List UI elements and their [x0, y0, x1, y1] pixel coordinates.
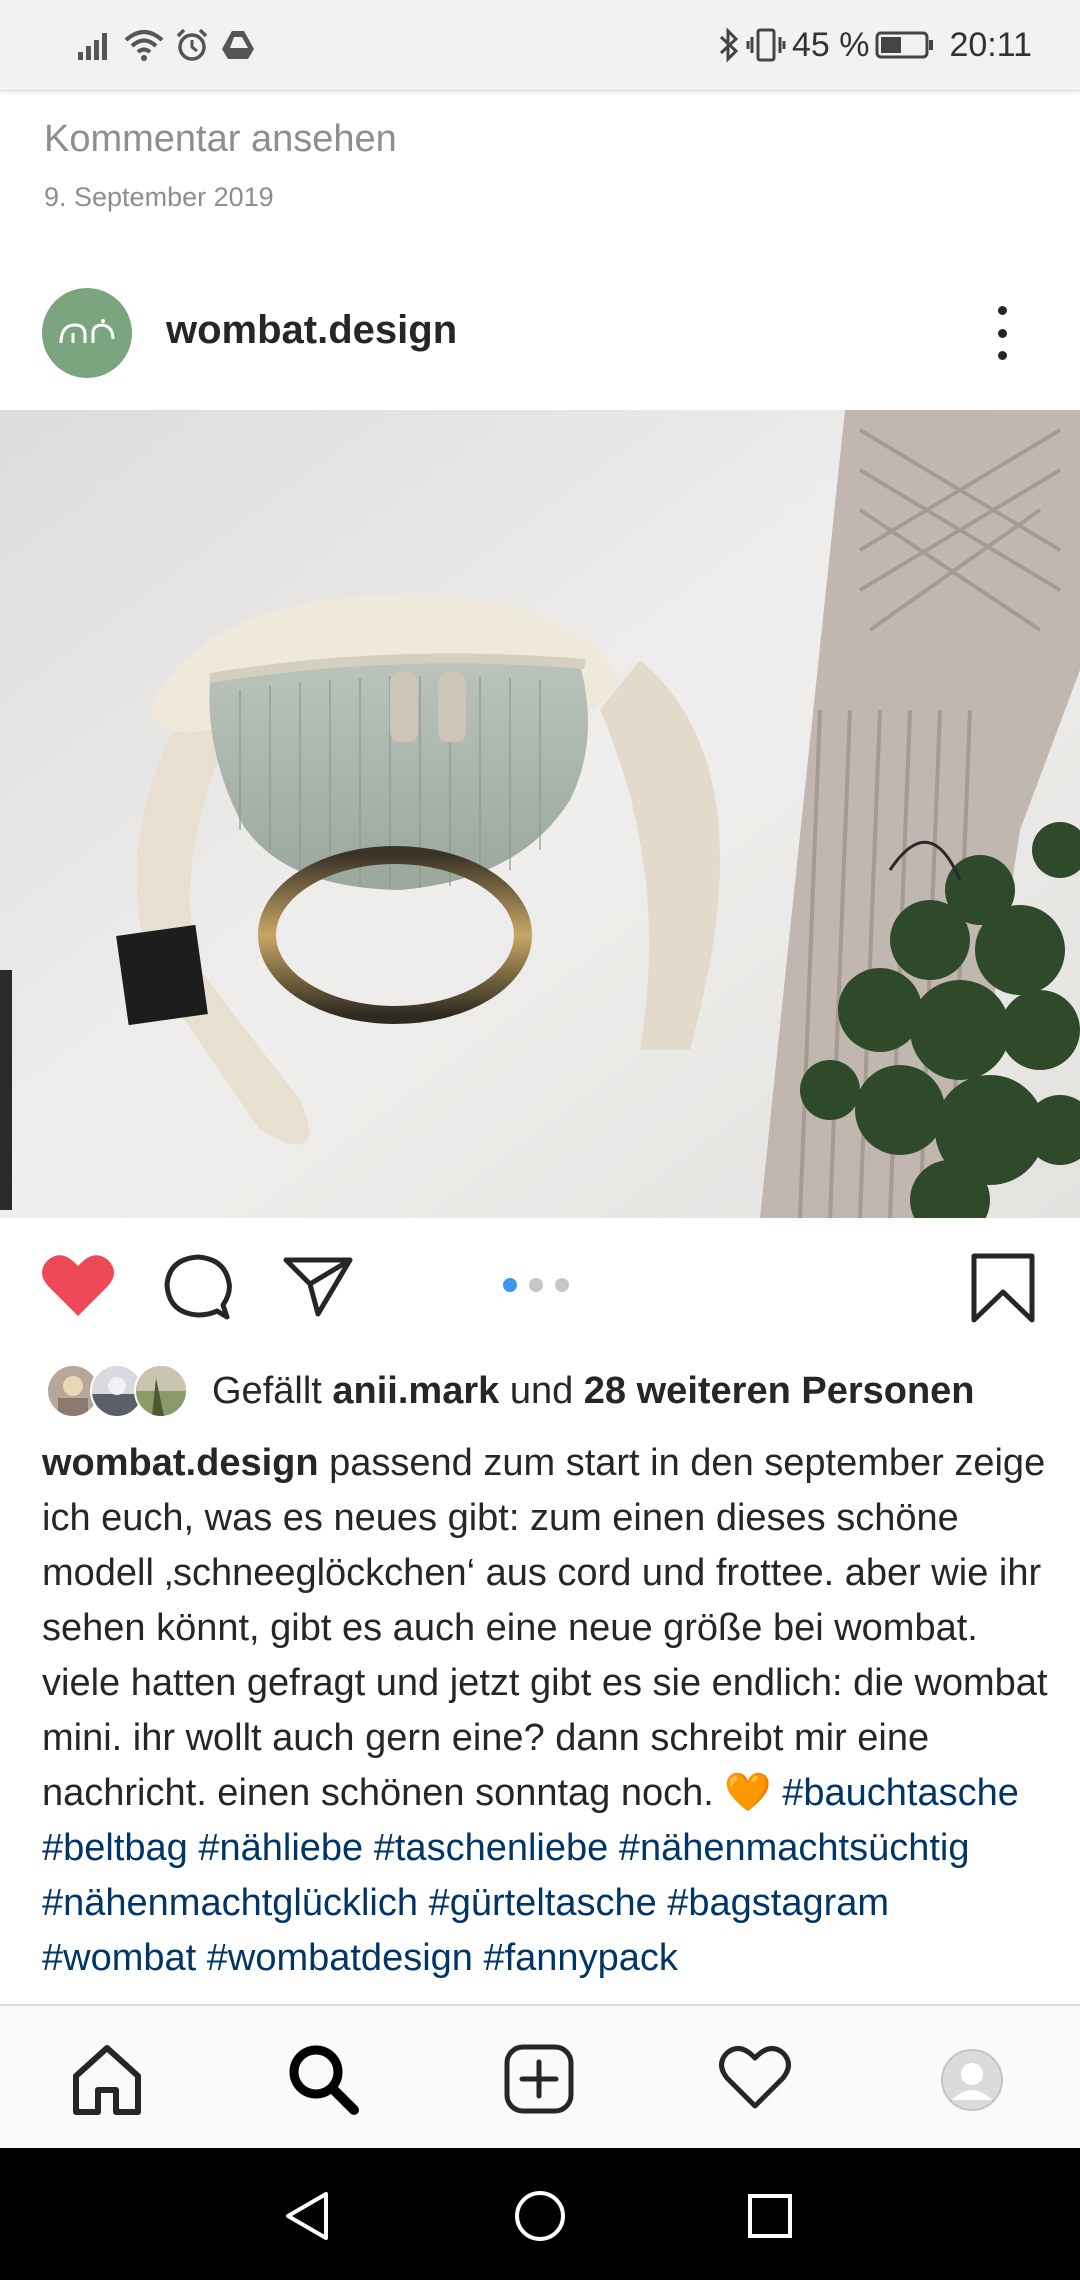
likes-middle: und [499, 1370, 584, 1412]
wombat-logo-icon [59, 319, 115, 344]
back-icon[interactable] [282, 2190, 332, 2242]
drive-icon [222, 31, 254, 59]
status-icons-left [76, 24, 256, 66]
carousel-indicator [503, 1278, 569, 1292]
profile-icon[interactable] [940, 2048, 1004, 2112]
battery-icon [875, 31, 934, 59]
avatar[interactable] [42, 288, 132, 378]
likes-summary[interactable]: Gefällt anii.mark und 28 weiteren Person… [212, 1370, 975, 1413]
post-caption: wombat.design passend zum start in den s… [42, 1436, 1052, 2002]
comment-icon[interactable] [163, 1253, 233, 1321]
home-button-icon[interactable] [514, 2190, 566, 2242]
bluetooth-icon [719, 27, 739, 63]
liker-avatar [134, 1364, 188, 1418]
bookmark-icon[interactable] [970, 1252, 1036, 1324]
bottom-navigation [0, 2004, 1080, 2150]
recents-icon[interactable] [746, 2192, 794, 2240]
like-heart-icon[interactable] [40, 1250, 116, 1318]
likes-others[interactable]: 28 weiteren Personen [584, 1370, 975, 1412]
vibrate-icon [746, 28, 786, 62]
system-navigation-bar [0, 2148, 1080, 2280]
post-username[interactable]: wombat.design [166, 308, 457, 353]
carousel-dot [529, 1278, 543, 1292]
likes-user[interactable]: anii.mark [332, 1370, 499, 1412]
share-icon[interactable] [282, 1254, 354, 1318]
post-photo[interactable] [0, 410, 1080, 1218]
carousel-dot [555, 1278, 569, 1292]
activity-icon[interactable] [718, 2042, 792, 2112]
status-bar: 45 % 20:11 [0, 0, 1080, 91]
caption-username[interactable]: wombat.design [42, 1442, 319, 1484]
caption-text: passend zum start in den september zeige… [42, 1442, 1048, 1814]
liker-avatars[interactable] [46, 1364, 188, 1418]
battery-percent: 45 % [791, 25, 870, 64]
carousel-dot-active [503, 1278, 517, 1292]
wifi-icon [124, 30, 164, 61]
alarm-icon [176, 28, 208, 61]
signal-icon [78, 33, 107, 60]
search-icon[interactable] [286, 2042, 360, 2116]
home-icon[interactable] [70, 2042, 144, 2116]
view-comments-link[interactable]: Kommentar ansehen [44, 118, 397, 161]
clock: 20:11 [949, 25, 1032, 64]
likes-prefix: Gefällt [212, 1370, 333, 1412]
more-options-icon[interactable] [990, 306, 1014, 360]
status-icons-right: 45 % 20:11 [718, 20, 1032, 70]
post-date: 9. September 2019 [44, 182, 274, 212]
new-post-icon[interactable] [502, 2042, 576, 2116]
